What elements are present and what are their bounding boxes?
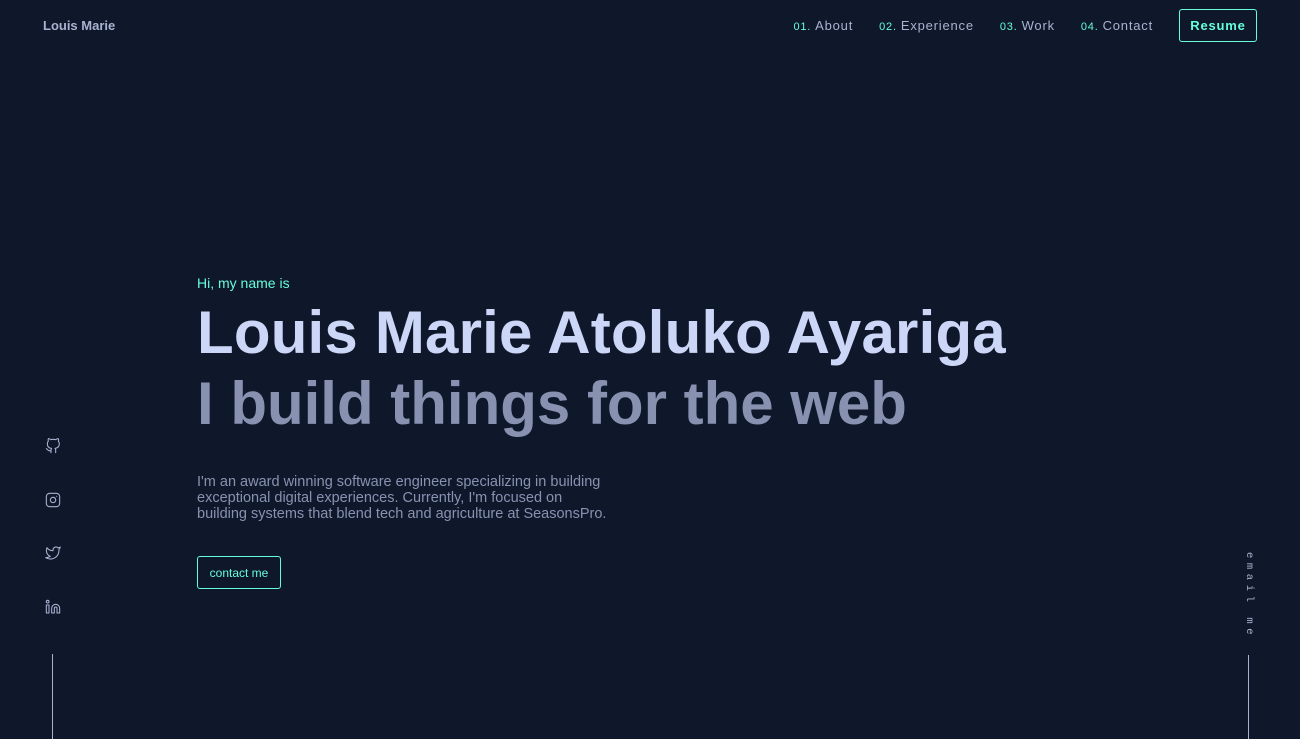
right-divider-line	[1248, 655, 1249, 739]
linkedin-link[interactable]	[44, 598, 62, 616]
hero-name: Louis Marie Atoluko Ayariga	[197, 299, 1006, 366]
contact-me-button[interactable]: contact me	[197, 556, 281, 589]
top-nav: 01. About 02. Experience 03. Work 04. Contac…	[793, 9, 1257, 42]
nav-label: About	[815, 18, 854, 33]
twitter-icon	[45, 546, 61, 560]
nav-label: Work	[1021, 18, 1055, 33]
github-icon	[45, 438, 60, 454]
nav-label: Contact	[1102, 18, 1153, 33]
social-links	[44, 437, 62, 651]
instagram-icon	[45, 492, 61, 507]
github-link[interactable]	[44, 437, 62, 455]
hero-section: Hi, my name is Louis Marie Atoluko Ayari…	[197, 275, 1006, 589]
nav-number: 02.	[879, 21, 897, 33]
nav-number: 01.	[793, 21, 812, 33]
hero-tagline: I build things for the web	[197, 370, 907, 437]
nav-item-experience[interactable]: 02. Experience	[879, 18, 974, 33]
nav-label: Experience	[900, 18, 974, 33]
hero-greeting: Hi, my name is	[197, 275, 290, 291]
nav-item-work[interactable]: 03. Work	[1000, 18, 1055, 33]
nav-number: 03.	[999, 21, 1018, 33]
hero-bio: I'm an award winning software engineer s…	[197, 474, 607, 522]
page: Louis Marie 01. About 02. Experience 03. Wo…	[0, 0, 1300, 739]
resume-button[interactable]: Resume	[1179, 9, 1257, 42]
site-logo[interactable]: Louis Marie	[43, 18, 115, 33]
twitter-link[interactable]	[44, 544, 62, 562]
nav-number: 04.	[1080, 21, 1099, 33]
left-divider-line	[52, 654, 53, 739]
instagram-link[interactable]	[44, 491, 62, 509]
email-me-link[interactable]: email me	[1243, 552, 1255, 639]
linkedin-icon	[45, 599, 61, 614]
nav-item-contact[interactable]: 04. Contact	[1081, 18, 1153, 33]
nav-item-about[interactable]: 01. About	[793, 18, 853, 33]
